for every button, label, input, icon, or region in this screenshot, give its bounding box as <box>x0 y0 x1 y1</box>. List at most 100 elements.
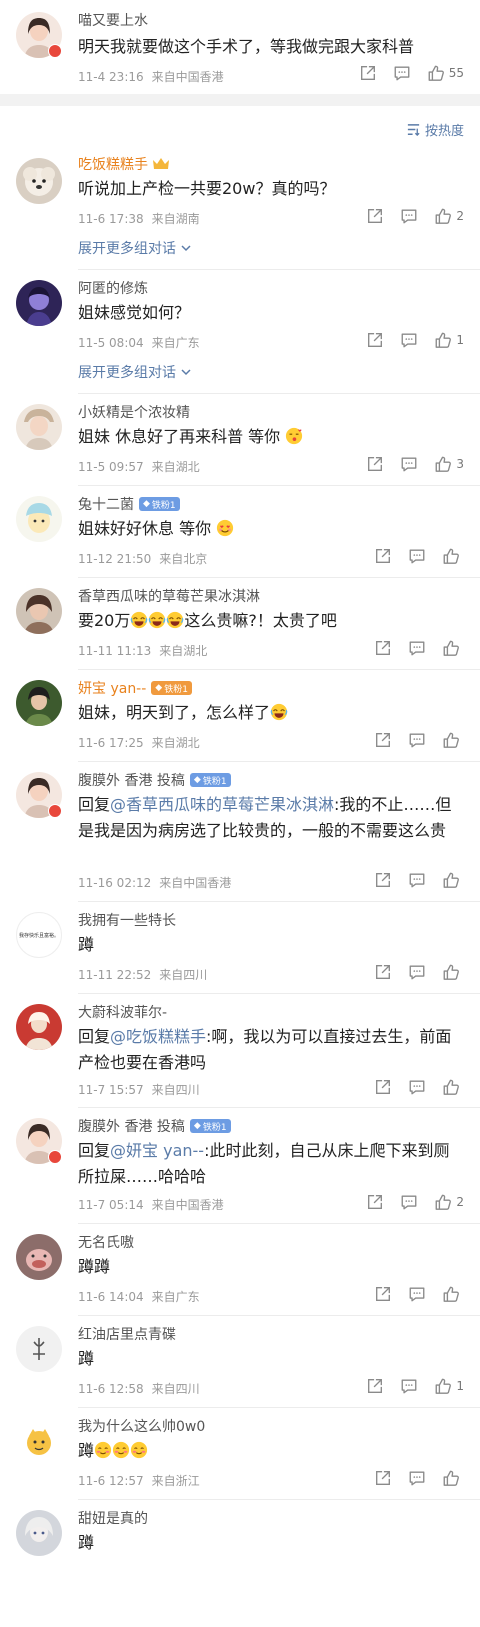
like-icon <box>442 731 460 749</box>
username[interactable]: 小妖精是个浓妆精 <box>78 402 190 422</box>
comment-icon[interactable] <box>408 731 426 749</box>
share-icon[interactable] <box>359 64 377 82</box>
share-icon[interactable] <box>374 963 392 981</box>
share-icon[interactable] <box>374 547 392 565</box>
like-button[interactable] <box>442 1469 464 1487</box>
username[interactable]: 腹膜外 香港 投稿 <box>78 770 185 790</box>
like-button[interactable]: 3 <box>434 455 464 473</box>
avatar[interactable] <box>16 1418 62 1464</box>
like-button[interactable]: 1 <box>434 331 464 349</box>
share-icon[interactable] <box>366 331 384 349</box>
username[interactable]: 红油店里点青碟 <box>78 1324 176 1344</box>
share-icon[interactable] <box>366 455 384 473</box>
like-button[interactable] <box>442 963 464 981</box>
like-button[interactable]: 2 <box>434 207 464 225</box>
comment-item: 阿匿的修炼 姐妹感觉如何？ 11-5 08:04 来自广东 1 展开更多组对话 <box>0 270 480 394</box>
share-icon[interactable] <box>366 207 384 225</box>
comment-icon[interactable] <box>400 207 418 225</box>
comment-icon[interactable] <box>400 1377 418 1395</box>
share-icon[interactable] <box>366 1377 384 1395</box>
avatar[interactable] <box>16 1510 62 1556</box>
avatar[interactable] <box>16 158 62 204</box>
like-icon <box>434 1377 452 1395</box>
avatar[interactable] <box>16 280 62 326</box>
share-icon[interactable] <box>374 1285 392 1303</box>
like-button[interactable]: 2 <box>434 1193 464 1211</box>
username[interactable]: 阿匿的修炼 <box>78 278 148 298</box>
avatar[interactable] <box>16 1326 62 1372</box>
comment-icon[interactable] <box>408 871 426 889</box>
comment-meta: 11-5 09:57 来自湖北 <box>78 458 200 475</box>
username[interactable]: 我拥有一些特长 <box>78 910 176 930</box>
comment-actions: 2 <box>350 207 464 225</box>
comment-actions <box>358 871 464 889</box>
share-icon[interactable] <box>374 731 392 749</box>
share-icon[interactable] <box>366 1193 384 1211</box>
timestamp: 11-6 17:38 <box>78 212 144 226</box>
crown-icon <box>153 158 169 169</box>
share-icon[interactable] <box>374 639 392 657</box>
comment-meta: 11-4 23:16 来自中国香港 <box>78 68 224 85</box>
like-button[interactable]: 1 <box>434 1377 464 1395</box>
username[interactable]: 兔十二菌 <box>78 494 134 514</box>
comment-icon[interactable] <box>408 547 426 565</box>
like-button[interactable] <box>442 731 464 749</box>
mention-link[interactable]: @妍宝 yan-- <box>110 1141 204 1160</box>
comment-icon[interactable] <box>408 1469 426 1487</box>
like-button[interactable] <box>442 547 464 565</box>
like-button[interactable] <box>442 1078 464 1096</box>
comment-text: 姐妹感觉如何？ <box>78 303 191 322</box>
username[interactable]: 妍宝 yan-- <box>78 678 146 698</box>
like-button[interactable] <box>442 871 464 889</box>
mention-link[interactable]: @香草西瓜味的草莓芒果冰淇淋 <box>110 795 334 814</box>
comment-actions <box>358 1078 464 1096</box>
comment-item: 大蔚科波菲尔- 回复@吃饭糕糕手:啊，我以为可以直接过去生，前面产检也要在香港吗… <box>0 994 480 1108</box>
comment-item: 吃饭糕糕手 听说加上产检一共要20w？真的吗？ 11-6 17:38 来自湖南 2… <box>0 152 480 270</box>
avatar[interactable] <box>16 1004 62 1050</box>
comment-icon[interactable] <box>400 455 418 473</box>
comment-meta: 11-16 02:12 来自中国香港 <box>78 874 231 891</box>
laugh-emoji-icon <box>130 611 148 629</box>
comment-icon[interactable] <box>408 1078 426 1096</box>
username[interactable]: 喵又要上水 <box>78 10 148 30</box>
share-icon[interactable] <box>374 1469 392 1487</box>
avatar[interactable] <box>16 496 62 542</box>
mention-link[interactable]: @吃饭糕糕手 <box>110 1027 206 1046</box>
comment-item: 甜妞是真的 蹲 <box>0 1500 480 1627</box>
location: 来自北京 <box>159 552 208 566</box>
comment-text: 蹲 <box>78 935 95 954</box>
comment-text: 蹲蹲 <box>78 1257 111 1276</box>
comment-text: 姐妹，明天到了，怎么样了 <box>78 700 462 726</box>
share-icon[interactable] <box>374 871 392 889</box>
avatar[interactable]: 我存快乐且富裕。 <box>16 912 62 958</box>
avatar[interactable] <box>16 680 62 726</box>
sort-button[interactable]: 按热度 <box>406 120 464 139</box>
comment-icon[interactable] <box>408 1285 426 1303</box>
like-icon <box>442 547 460 565</box>
expand-replies-link[interactable]: 展开更多组对话 <box>78 362 192 382</box>
like-button[interactable] <box>442 1285 464 1303</box>
username[interactable]: 我为什么这么帅0w0 <box>78 1416 205 1436</box>
avatar[interactable] <box>16 404 62 450</box>
like-button[interactable]: 55 <box>427 64 464 82</box>
like-button[interactable] <box>442 639 464 657</box>
avatar[interactable] <box>16 588 62 634</box>
top-comment: 喵又要上水 明天我就要做这个手术了，等我做完跟大家科普 11-4 23:16 来自… <box>0 0 480 94</box>
username[interactable]: 吃饭糕糕手 <box>78 154 148 174</box>
username[interactable]: 大蔚科波菲尔- <box>78 1002 167 1022</box>
expand-replies-link[interactable]: 展开更多组对话 <box>78 238 192 258</box>
comment-meta: 11-12 21:50 来自北京 <box>78 550 207 567</box>
username[interactable]: 香草西瓜味的草莓芒果冰淇淋 <box>78 586 260 606</box>
comment-icon[interactable] <box>408 963 426 981</box>
comment-icon[interactable] <box>393 64 411 82</box>
comment-icon[interactable] <box>400 1193 418 1211</box>
avatar[interactable] <box>16 1234 62 1280</box>
shy-emoji-icon <box>112 1441 130 1459</box>
username[interactable]: 无名氏嗷 <box>78 1232 134 1252</box>
username[interactable]: 甜妞是真的 <box>78 1508 148 1528</box>
username[interactable]: 腹膜外 香港 投稿 <box>78 1116 185 1136</box>
share-icon[interactable] <box>374 1078 392 1096</box>
comment-icon[interactable] <box>408 639 426 657</box>
comment-item: 红油店里点青碟 蹲 11-6 12:58 来自四川 1 <box>0 1316 480 1408</box>
comment-icon[interactable] <box>400 331 418 349</box>
